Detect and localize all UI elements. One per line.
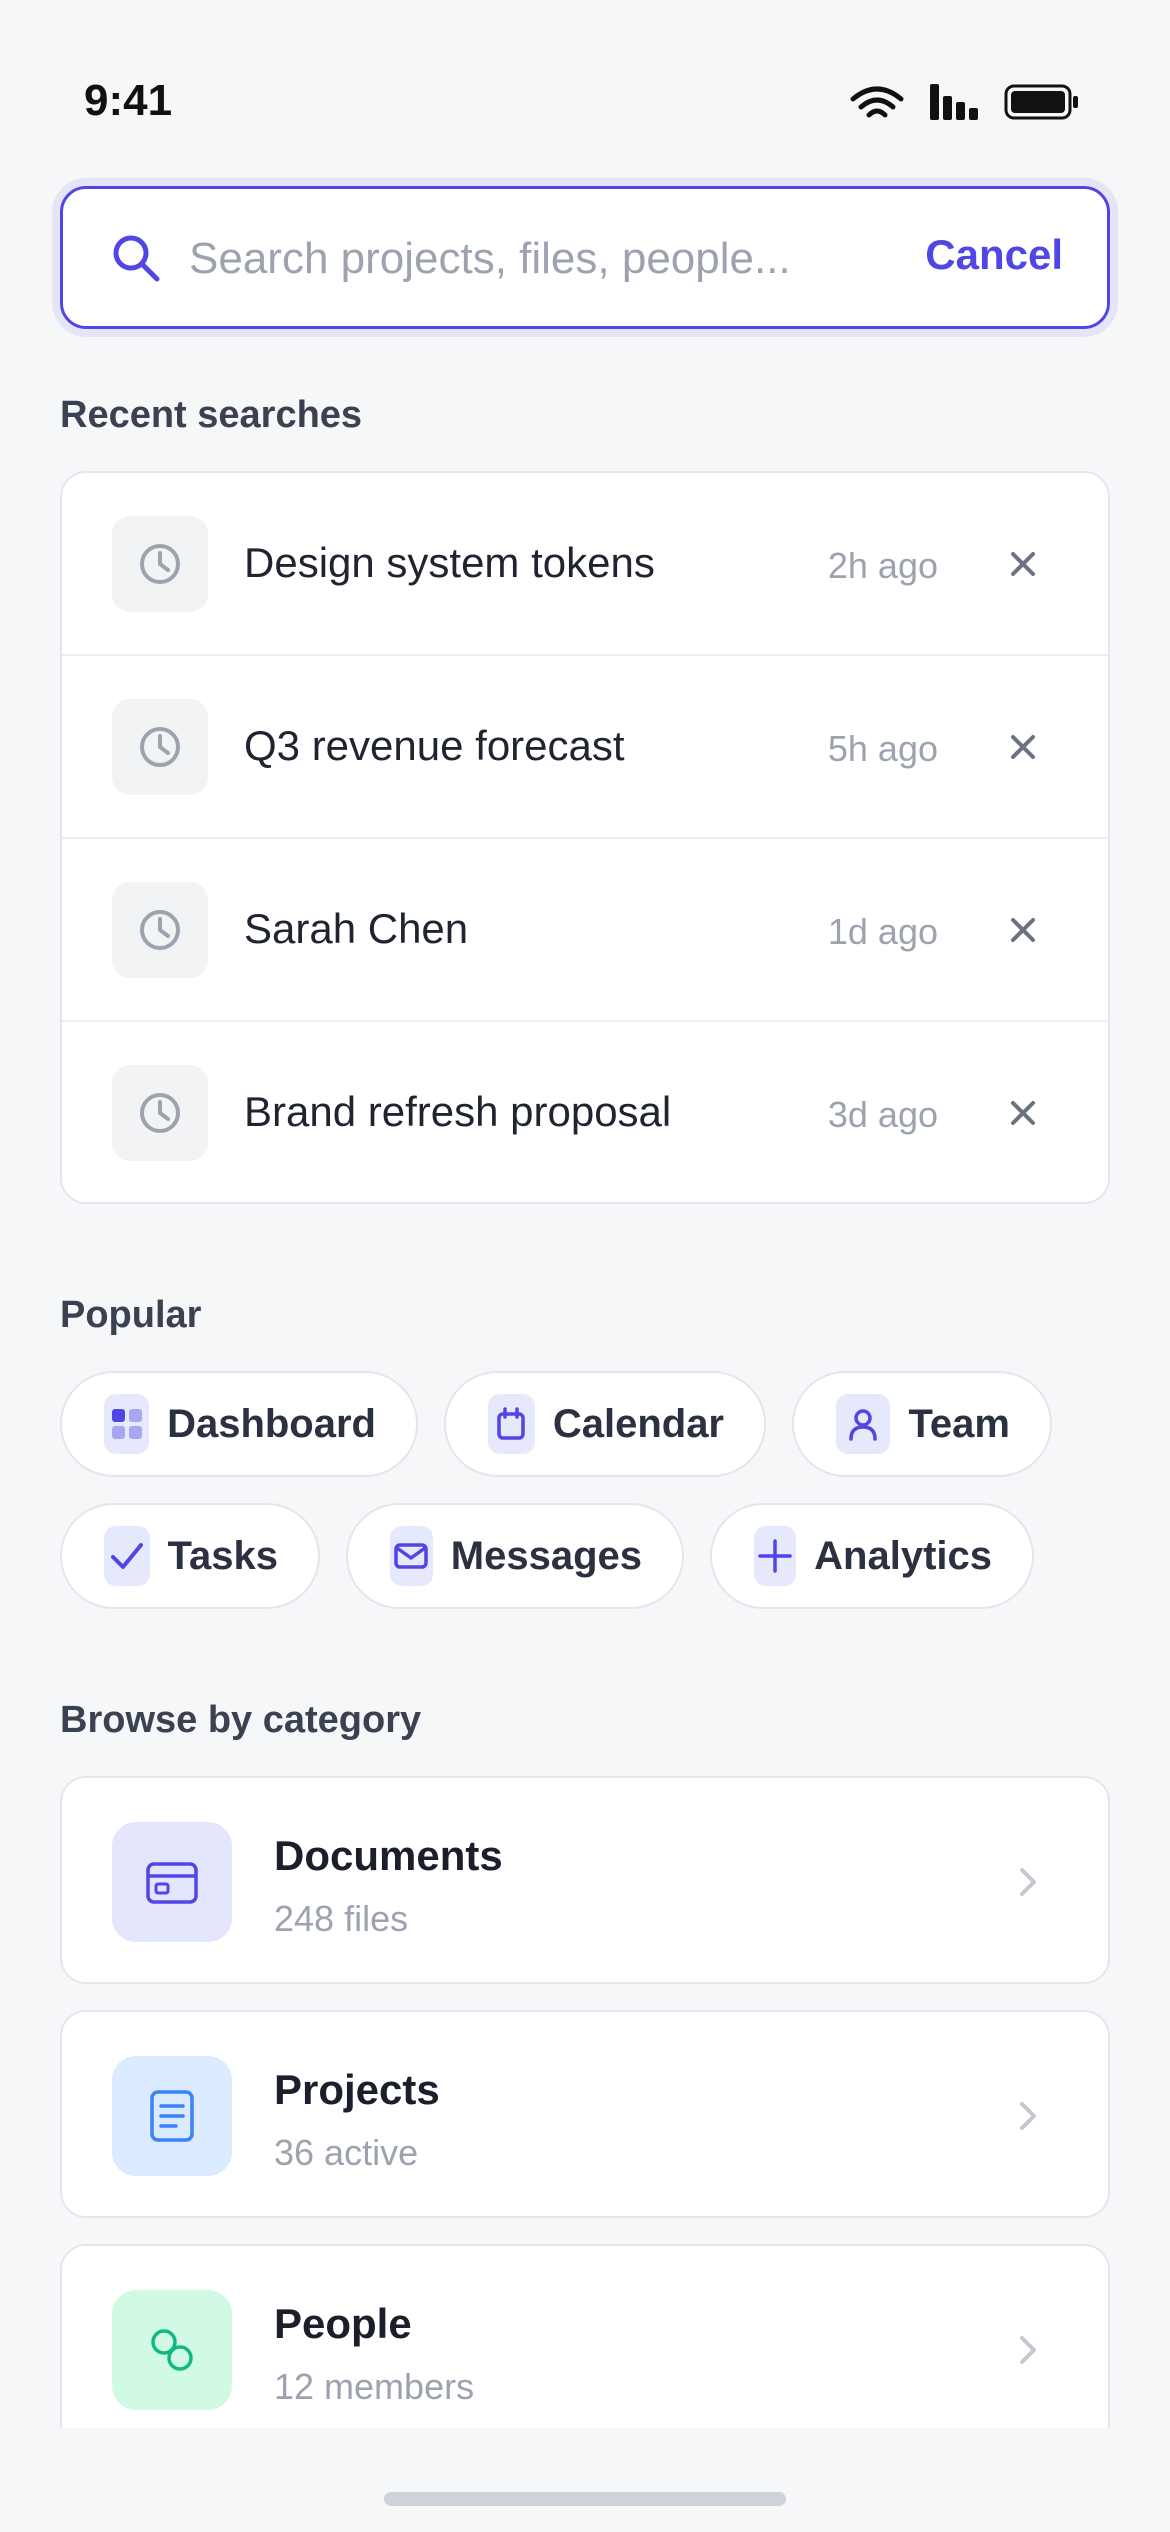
chip-analytics[interactable]: Analytics (710, 1503, 1034, 1609)
close-icon (1011, 552, 1035, 576)
recent-search-label: Brand refresh proposal (244, 1088, 672, 1135)
category-name: Projects (274, 2066, 440, 2113)
chip-label: Analytics (814, 1533, 992, 1578)
recent-search-time: 3d ago (827, 1094, 938, 1135)
search-bar: Cancel (60, 186, 1110, 329)
chevron-right-icon (1020, 2336, 1036, 2364)
chip-team[interactable]: Team (792, 1371, 1052, 1477)
cancel-button[interactable]: Cancel (925, 231, 1063, 279)
category-count: 36 active (274, 2132, 419, 2173)
remove-recent-button[interactable] (998, 905, 1048, 955)
remove-recent-button[interactable] (998, 1088, 1048, 1138)
chip-dashboard[interactable]: Dashboard (60, 1371, 418, 1477)
popular-title: Popular (60, 1294, 202, 1336)
wifi-icon (850, 86, 904, 118)
chip-messages[interactable]: Messages (346, 1503, 684, 1609)
card-icon (112, 1822, 232, 1942)
chip-tasks[interactable]: Tasks (60, 1503, 320, 1609)
status-time: 9:41 (84, 76, 173, 125)
plus-icon (754, 1526, 797, 1586)
home-indicator[interactable] (384, 2492, 786, 2506)
chip-label: Dashboard (167, 1401, 376, 1446)
mail-icon (390, 1526, 433, 1586)
browse-category-title: Browse by category (60, 1699, 422, 1741)
recent-searches-title: Recent searches (60, 394, 363, 436)
people-icon (112, 2290, 232, 2410)
clock-icon (112, 882, 208, 978)
clock-icon (112, 1065, 208, 1161)
recent-search-item[interactable]: Q3 revenue forecast 5h ago (62, 656, 1108, 839)
clock-icon (112, 516, 208, 612)
chevron-right-icon (1020, 2102, 1036, 2130)
search-screen: 9:41 Cancel (0, 0, 1170, 2532)
check-icon (104, 1526, 150, 1586)
chip-calendar[interactable]: Calendar (444, 1371, 766, 1477)
status-bar: 9:41 (0, 0, 1170, 180)
chip-label: Messages (450, 1533, 642, 1578)
category-count: 12 members (274, 2366, 475, 2407)
category-documents[interactable]: Documents 248 files (60, 1776, 1110, 1984)
category-name: Documents (274, 1832, 503, 1879)
status-icons (850, 84, 1080, 120)
category-name: People (274, 2300, 412, 2347)
category-count: 248 files (274, 1898, 409, 1939)
calendar-icon (488, 1394, 535, 1454)
recent-searches-list: Design system tokens 2h ago Q3 revenue f… (60, 471, 1110, 1204)
recent-search-time: 1d ago (827, 911, 938, 952)
remove-recent-button[interactable] (998, 722, 1048, 772)
recent-search-time: 5h ago (827, 728, 938, 769)
grid-icon (104, 1394, 150, 1454)
recent-search-label: Q3 revenue forecast (244, 722, 625, 769)
battery-icon (1004, 84, 1078, 120)
recent-search-item[interactable]: Sarah Chen 1d ago (62, 839, 1108, 1022)
close-icon (1011, 918, 1035, 942)
recent-search-item[interactable]: Brand refresh proposal 3d ago (62, 1022, 1108, 1202)
recent-search-label: Sarah Chen (244, 905, 469, 952)
close-icon (1011, 1101, 1035, 1125)
signal-icon (930, 84, 978, 120)
user-icon (836, 1394, 891, 1454)
bottom-safe-area (0, 2428, 1170, 2532)
chip-label: Tasks (167, 1533, 278, 1578)
chevron-right-icon (1020, 1868, 1036, 1896)
recent-search-label: Design system tokens (244, 539, 655, 586)
chip-label: Calendar (552, 1401, 724, 1446)
remove-recent-button[interactable] (998, 539, 1048, 589)
chip-label: Team (908, 1401, 1010, 1446)
recent-search-item[interactable]: Design system tokens 2h ago (62, 473, 1108, 656)
search-input[interactable] (189, 219, 889, 299)
document-icon (112, 2056, 232, 2176)
close-icon (1011, 735, 1035, 759)
category-projects[interactable]: Projects 36 active (60, 2010, 1110, 2218)
recent-search-time: 2h ago (827, 545, 938, 586)
clock-icon (112, 699, 208, 795)
search-icon (113, 235, 160, 282)
